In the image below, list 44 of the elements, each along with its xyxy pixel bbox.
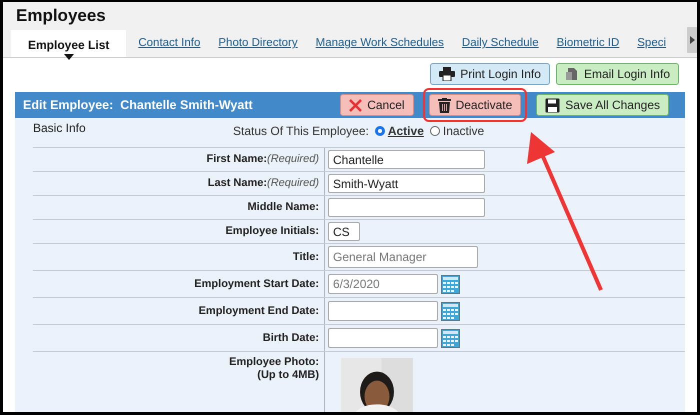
status-radio[interactable]: Inactive [430, 124, 484, 138]
page-title: Employees [16, 6, 106, 26]
field-label: First Name:(Required) [206, 153, 319, 166]
field-label: Middle Name: [247, 201, 319, 214]
scroll-right-icon[interactable] [687, 27, 697, 53]
input-field[interactable]: Smith-Wyatt [328, 174, 485, 193]
status-label: Status Of This Employee: [233, 124, 369, 138]
edit-title: Edit Employee: Chantelle Smith-Wyatt [23, 98, 253, 112]
document-icon [564, 67, 579, 81]
field-label: Employee Photo: (Up to 4MB) [229, 356, 319, 382]
printer-icon [439, 67, 456, 81]
status-radio[interactable]: Active [374, 124, 424, 138]
tab[interactable]: Speci [628, 37, 678, 57]
calendar-icon[interactable] [441, 328, 460, 348]
input-field[interactable] [328, 301, 438, 321]
login-button[interactable]: Email Login Info [556, 63, 679, 85]
save-button[interactable]: Save All Changes [536, 94, 669, 116]
cancel-button[interactable]: Cancel [340, 94, 414, 116]
calendar-icon[interactable] [441, 274, 460, 294]
tab[interactable]: Manage Work Schedules [306, 37, 453, 57]
input-field[interactable] [328, 328, 438, 348]
close-icon [349, 98, 362, 112]
field-label: Title: [292, 250, 319, 264]
input-field[interactable] [328, 198, 485, 217]
field-label: Birth Date: [262, 332, 319, 344]
input-field[interactable]: 6/3/2020 [328, 274, 438, 294]
login-button[interactable]: Print Login Info [430, 63, 550, 85]
tab[interactable]: Daily Schedule [452, 37, 548, 57]
section-title: Basic Info [33, 121, 87, 135]
field-label: Last Name:(Required) [208, 177, 319, 190]
deactivate-button[interactable]: Deactivate [428, 94, 522, 116]
caret-icon [64, 54, 74, 60]
input-field[interactable]: Chantelle [328, 150, 485, 169]
tab[interactable]: Photo Directory [209, 37, 307, 57]
field-label: Employment Start Date: [194, 278, 319, 290]
trash-icon [438, 98, 451, 112]
calendar-icon[interactable] [441, 302, 460, 320]
tab[interactable]: Biometric ID [548, 37, 628, 57]
field-label: Employee Initials: [225, 225, 319, 238]
input-field[interactable]: CS [328, 222, 360, 241]
tab[interactable]: Employee List [11, 30, 126, 57]
input-field[interactable]: General Manager [328, 246, 478, 268]
field-label: Employment End Date: [198, 304, 319, 318]
tab[interactable]: Contact Info [129, 37, 210, 57]
